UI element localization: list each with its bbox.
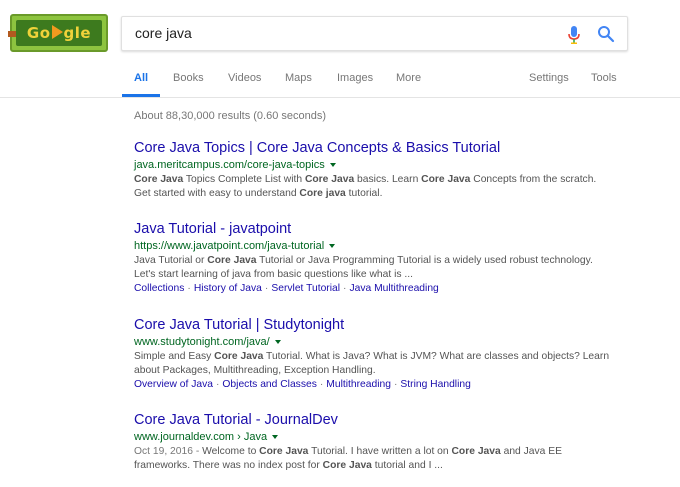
snippet-bold-term: Core java bbox=[299, 188, 346, 199]
sitelink-separator: · bbox=[393, 379, 398, 390]
snippet-line: Java Tutorial or Core Java Tutorial or J… bbox=[134, 254, 634, 268]
logo-text-post: gle bbox=[63, 24, 92, 42]
search-box[interactable] bbox=[121, 16, 628, 51]
result-date: Oct 19, 2016 - bbox=[134, 446, 203, 457]
result-snippet: Java Tutorial or Core Java Tutorial or J… bbox=[134, 254, 634, 282]
result-url-text: www.studytonight.com/java/ bbox=[134, 336, 270, 348]
tab-more[interactable]: More bbox=[396, 72, 421, 84]
snippet-text: tutorial and I ... bbox=[371, 460, 443, 471]
result-title-link[interactable]: Core Java Tutorial - JournalDev bbox=[134, 412, 634, 428]
search-tabs: All Books Videos Maps Images More Settin… bbox=[0, 66, 680, 98]
sitelink-separator: · bbox=[187, 283, 191, 294]
snippet-text: Concepts from the scratch. bbox=[470, 174, 597, 185]
search-input[interactable] bbox=[135, 25, 535, 41]
snippet-line: frameworks. There was no index post for … bbox=[134, 459, 634, 473]
result-title-link[interactable]: Core Java Tutorial | Studytonight bbox=[134, 317, 634, 333]
result-sitelinks: Overview of Java · Objects and Classes · Mul… bbox=[134, 379, 634, 390]
sitelink[interactable]: Overview of Java bbox=[134, 379, 213, 390]
snippet-line: Let's start learning of java from basic … bbox=[134, 268, 634, 282]
result-url: www.journaldev.com › Java bbox=[134, 431, 634, 443]
header: Gogle All Books Videos Maps Images More … bbox=[0, 0, 680, 98]
result-url: java.meritcampus.com/core-java-topics bbox=[134, 159, 634, 171]
snippet-text: Simple and Easy bbox=[134, 351, 215, 362]
sitelink-separator: · bbox=[319, 379, 324, 390]
search-result: Core Java Tutorial | Studytonight www.st… bbox=[134, 317, 634, 390]
snippet-line: Core Java Topics Complete List with Core… bbox=[134, 173, 634, 187]
snippet-line: Oct 19, 2016 - Welcome to Core Java Tuto… bbox=[134, 445, 634, 459]
snippet-bold-term: Core Java bbox=[421, 174, 471, 185]
result-url: www.studytonight.com/java/ bbox=[134, 336, 634, 348]
logo-text: Go gle bbox=[27, 24, 91, 42]
snippet-bold-term: Core Java bbox=[322, 460, 372, 471]
tab-settings[interactable]: Settings bbox=[529, 72, 569, 84]
snippet-text: Java Tutorial or bbox=[134, 255, 208, 266]
tab-tools[interactable]: Tools bbox=[591, 72, 617, 84]
snippet-text: Get started with easy to understand bbox=[134, 188, 300, 199]
snippet-line: about Packages, Multithreading, Exceptio… bbox=[134, 364, 634, 378]
tab-videos[interactable]: Videos bbox=[228, 72, 261, 84]
snippet-text: Tutorial. I have written a lot on bbox=[308, 446, 452, 457]
tab-maps[interactable]: Maps bbox=[285, 72, 312, 84]
snippet-text: Let's start learning of java from basic … bbox=[134, 269, 413, 280]
active-tab-indicator bbox=[122, 94, 160, 97]
tab-all[interactable]: All bbox=[134, 72, 148, 84]
sitelink[interactable]: Java Multithreading bbox=[349, 283, 438, 294]
snippet-text: Tutorial. What is Java? What is JVM? Wha… bbox=[263, 351, 610, 362]
sitelink[interactable]: Objects and Classes bbox=[222, 379, 316, 390]
snippet-bold-term: Core Java bbox=[451, 446, 501, 457]
result-url-text: java.meritcampus.com/core-java-topics bbox=[134, 159, 325, 171]
sitelink-separator: · bbox=[215, 379, 220, 390]
snippet-bold-term: Core Java bbox=[134, 174, 184, 185]
tab-images[interactable]: Images bbox=[337, 72, 373, 84]
sitelink[interactable]: String Handling bbox=[400, 379, 470, 390]
result-url-text: www.journaldev.com › Java bbox=[134, 431, 268, 443]
snippet-text: and Java EE bbox=[500, 446, 562, 457]
result-sitelinks: Collections · History of Java · Servlet Tuto… bbox=[134, 283, 634, 294]
result-url-text: https://www.javatpoint.com/java-tutorial bbox=[134, 240, 325, 252]
caret-down-icon[interactable] bbox=[329, 163, 336, 167]
search-result: Java Tutorial - javatpoint https://www.j… bbox=[134, 221, 634, 294]
result-snippet: Oct 19, 2016 - Welcome to Core Java Tuto… bbox=[134, 445, 634, 473]
tab-books[interactable]: Books bbox=[173, 72, 204, 84]
microphone-icon[interactable] bbox=[566, 25, 582, 45]
caret-down-icon[interactable] bbox=[329, 244, 336, 248]
sitelink[interactable]: Collections bbox=[134, 283, 184, 294]
snippet-text: basics. Learn bbox=[354, 174, 422, 185]
search-result: Core Java Tutorial - JournalDev www.jour… bbox=[134, 412, 634, 473]
result-snippet: Core Java Topics Complete List with Core… bbox=[134, 173, 634, 201]
logo-text-pre: Go bbox=[26, 24, 51, 42]
sitelink-separator: · bbox=[343, 283, 347, 294]
sitelink-separator: · bbox=[264, 283, 269, 294]
caret-down-icon[interactable] bbox=[274, 340, 281, 344]
snippet-text: tutorial. bbox=[345, 188, 383, 199]
snippet-bold-term: Core Java bbox=[214, 351, 264, 362]
result-stats: About 88,30,000 results (0.60 seconds) bbox=[134, 110, 327, 122]
caret-down-icon[interactable] bbox=[272, 435, 279, 439]
logo-inner: Go gle bbox=[16, 20, 102, 46]
sitelink[interactable]: Servlet Tutorial bbox=[271, 283, 340, 294]
snippet-text: Topics Complete List with bbox=[183, 174, 305, 185]
result-url: https://www.javatpoint.com/java-tutorial bbox=[134, 240, 634, 252]
result-title-link[interactable]: Core Java Topics | Core Java Concepts & … bbox=[134, 140, 634, 156]
search-result: Core Java Topics | Core Java Concepts & … bbox=[134, 140, 634, 201]
snippet-line: Simple and Easy Core Java Tutorial. What… bbox=[134, 350, 634, 364]
sitelink[interactable]: History of Java bbox=[194, 283, 262, 294]
snippet-text: Tutorial or Java Programming Tutorial is… bbox=[256, 255, 593, 266]
snippet-text: about Packages, Multithreading, Exceptio… bbox=[134, 365, 376, 376]
snippet-bold-term: Core Java bbox=[207, 255, 257, 266]
snippet-bold-term: Core Java bbox=[304, 174, 355, 185]
sitelink[interactable]: Multithreading bbox=[326, 379, 391, 390]
result-snippet: Simple and Easy Core Java Tutorial. What… bbox=[134, 350, 634, 378]
play-icon bbox=[51, 25, 63, 39]
search-icon[interactable] bbox=[597, 25, 615, 43]
snippet-text: Welcome to bbox=[202, 446, 260, 457]
snippet-bold-term: Core Java bbox=[259, 446, 309, 457]
snippet-line: Get started with easy to understand Core… bbox=[134, 187, 634, 201]
snippet-text: frameworks. There was no index post for bbox=[134, 460, 323, 471]
result-title-link[interactable]: Java Tutorial - javatpoint bbox=[134, 221, 634, 237]
logo-doodle[interactable]: Go gle bbox=[8, 14, 108, 52]
